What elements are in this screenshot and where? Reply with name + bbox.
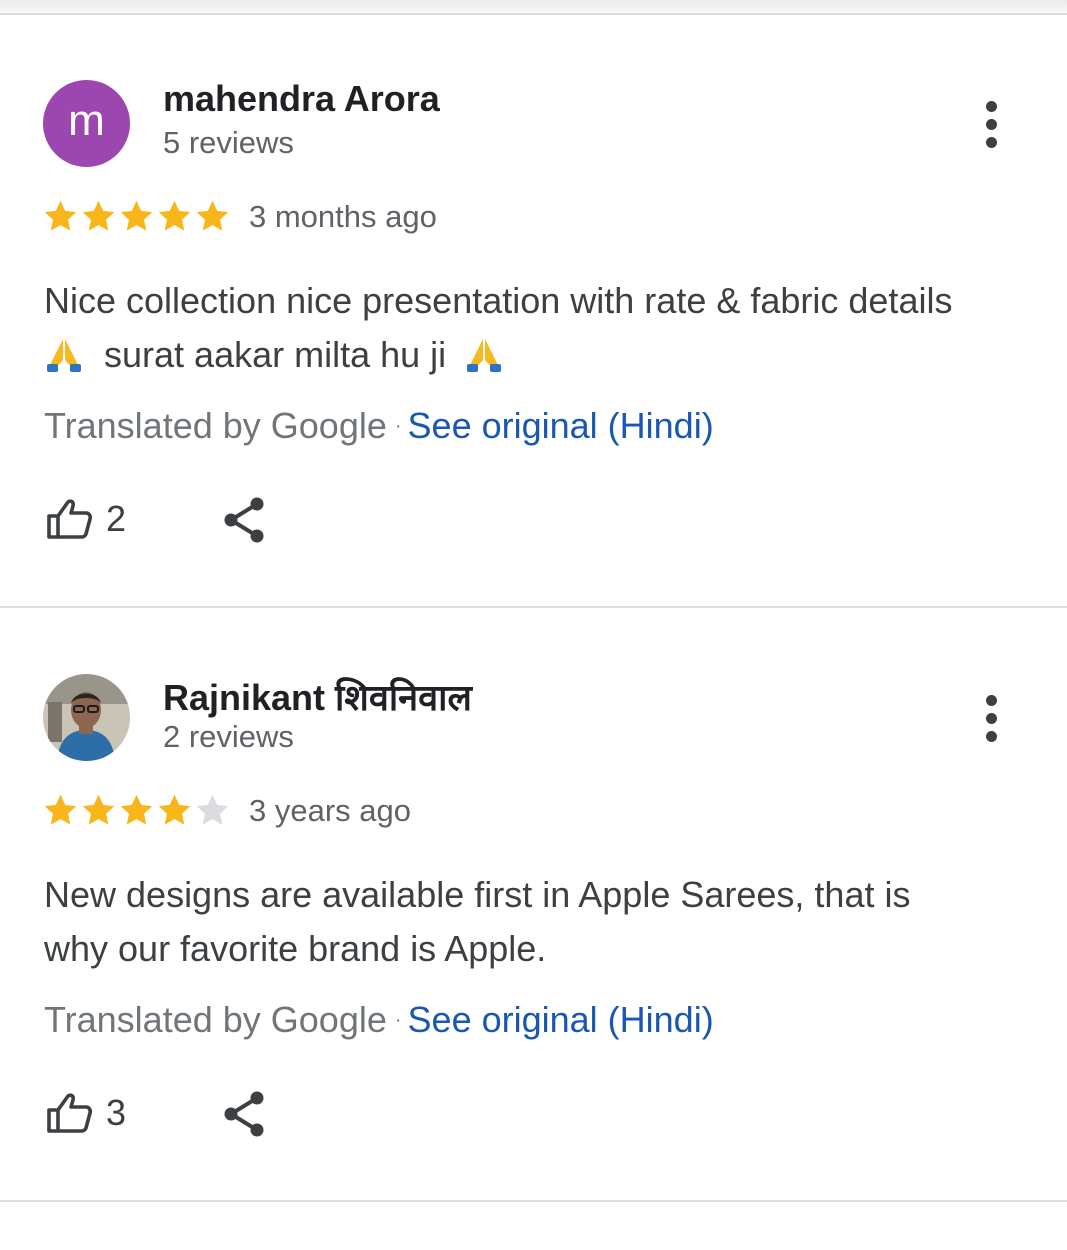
star-icon: [44, 794, 77, 825]
star-icon: [196, 200, 229, 231]
review-text-line: surat aakar milta hu ji: [44, 328, 1034, 382]
more-vert-icon: [985, 100, 997, 112]
review-text: New designs are available first in Apple…: [44, 874, 911, 969]
star-icon: [120, 794, 153, 825]
author-name[interactable]: mahendra Arora: [163, 78, 440, 120]
see-original-link[interactable]: See original (Hindi): [408, 999, 714, 1040]
review-time: 3 years ago: [249, 793, 411, 828]
review-time: 3 months ago: [249, 199, 437, 234]
author-reviews-count: 5 reviews: [163, 125, 294, 160]
star-icon: [82, 200, 115, 231]
separator-dot: ·: [394, 1009, 402, 1031]
review-card: m mahendra Arora 5 reviews 3 months ago …: [0, 0, 1067, 594]
share-icon: [224, 497, 264, 543]
thumb-up-icon: [47, 499, 93, 539]
star-icon: [120, 200, 153, 231]
star-icon: [158, 200, 191, 231]
star-empty-icon: [196, 794, 229, 825]
like-count: 2: [106, 498, 127, 539]
translated-by-label: Translated by Google: [44, 405, 387, 446]
star-rating: [42, 198, 231, 235]
author-reviews-count: 2 reviews: [163, 719, 294, 754]
avatar[interactable]: [43, 674, 130, 761]
share-button[interactable]: [220, 1089, 268, 1139]
star-icon: [158, 794, 191, 825]
translated-by-label: Translated by Google: [44, 999, 387, 1040]
share-button[interactable]: [220, 495, 268, 545]
folded-hands-emoji-icon: [464, 333, 504, 373]
avatar-photo: [43, 674, 130, 761]
review-text-line: Nice collection nice presentation with r…: [44, 280, 953, 321]
review-text: Nice collection nice presentation with r…: [44, 274, 1034, 382]
avatar[interactable]: m: [43, 80, 130, 167]
share-icon: [224, 1091, 264, 1137]
star-icon: [82, 794, 115, 825]
like-button[interactable]: 3: [44, 1089, 126, 1137]
like-count: 3: [106, 1092, 127, 1133]
star-rating: [42, 792, 231, 829]
author-name[interactable]: Rajnikant शिवनिवाल: [163, 672, 472, 721]
thumb-up-icon: [47, 1093, 93, 1133]
review-text-segment: surat aakar milta hu ji: [104, 334, 447, 375]
translation-row: Translated by Google · See original (Hindi…: [44, 999, 714, 1041]
more-vert-icon: [985, 694, 997, 706]
separator-dot: ·: [394, 415, 402, 437]
review-divider: [0, 1200, 1067, 1202]
review-card: Rajnikant शिवनिवाल 2 reviews 3 years ago…: [0, 594, 1067, 1188]
avatar-letter: m: [68, 95, 105, 145]
star-icon: [44, 200, 77, 231]
more-options-button[interactable]: [966, 96, 1016, 152]
folded-hands-emoji-icon: [44, 333, 84, 373]
more-options-button[interactable]: [966, 690, 1016, 746]
translation-row: Translated by Google · See original (Hindi…: [44, 405, 714, 447]
like-button[interactable]: 2: [44, 495, 126, 543]
see-original-link[interactable]: See original (Hindi): [408, 405, 714, 446]
